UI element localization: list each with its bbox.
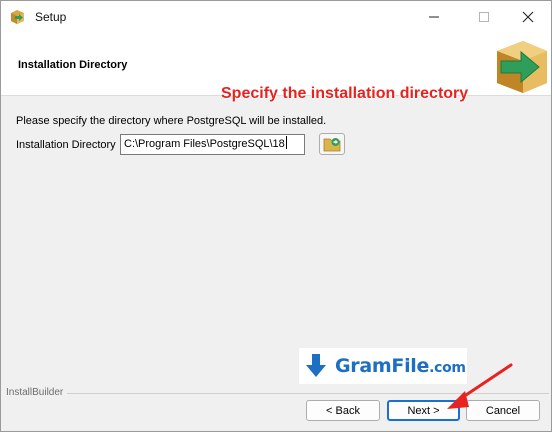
browse-button[interactable] bbox=[319, 133, 345, 155]
annotation-arrow-icon bbox=[447, 363, 513, 409]
directory-input[interactable]: C:\Program Files\PostgreSQL\18 bbox=[120, 134, 305, 155]
close-button[interactable] bbox=[505, 1, 551, 32]
page-title: Installation Directory bbox=[18, 59, 128, 71]
description-text: Please specify the directory where Postg… bbox=[16, 115, 327, 127]
installer-box-icon bbox=[11, 10, 24, 24]
minimize-button[interactable] bbox=[411, 1, 457, 32]
installer-box-arrow-icon bbox=[497, 41, 547, 93]
text-caret bbox=[285, 136, 287, 149]
directory-input-value: C:\Program Files\PostgreSQL\18 bbox=[124, 138, 285, 150]
back-button[interactable]: < Back bbox=[306, 400, 380, 421]
maximize-icon bbox=[479, 11, 489, 22]
folder-browse-icon bbox=[323, 138, 341, 152]
title-bar: Setup bbox=[1, 1, 551, 32]
download-arrow-icon bbox=[306, 354, 326, 377]
close-icon bbox=[522, 11, 534, 22]
maximize-button[interactable] bbox=[461, 1, 507, 32]
installbuilder-brand: InstallBuilder bbox=[6, 387, 64, 398]
directory-label: Installation Directory bbox=[16, 139, 116, 151]
window-title: Setup bbox=[35, 10, 67, 24]
annotation-label: Specify the installation directory bbox=[221, 85, 469, 102]
setup-window: Setup Installation Directory Specify the… bbox=[0, 0, 552, 432]
watermark-name: GramFile bbox=[335, 355, 430, 377]
minimize-icon bbox=[429, 16, 439, 17]
